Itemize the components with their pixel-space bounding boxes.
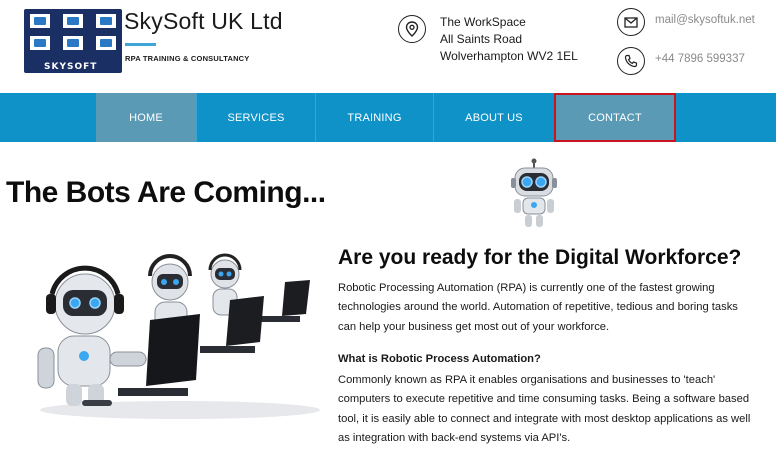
logo-computer-icon [28, 12, 52, 30]
skysoft-logo[interactable]: SKYSOFT [24, 9, 122, 73]
logo-computer-icon [28, 34, 52, 52]
robot-icon [511, 158, 557, 227]
rpa-subheading: What is Robotic Process Automation? [338, 353, 541, 365]
nav-about-us[interactable]: ABOUT US [434, 93, 554, 142]
envelope-icon[interactable] [617, 8, 645, 36]
logo-computer-icon [94, 34, 118, 52]
logo-computer-icon [61, 12, 85, 30]
paragraph-line: tool, it is easily able to connect and i… [338, 412, 751, 425]
paragraph-line: Robotic Processing Automation (RPA) is c… [338, 282, 715, 294]
paragraph-line: Commonly known as RPA it enables organis… [338, 374, 716, 386]
logo-computer-icon [61, 34, 85, 52]
rpa-paragraph: Commonly known as RPA it enables organis… [338, 371, 770, 449]
phone-link[interactable]: +44 7896 599337 [655, 53, 745, 65]
address-line: Wolverhampton WV2 1EL [440, 49, 578, 63]
brand-tagline: RPA TRAINING & CONSULTANCY [125, 54, 250, 63]
address-line: The WorkSpace [440, 15, 526, 29]
email-link[interactable]: mail@skysoftuk.net [655, 14, 755, 26]
nav-contact[interactable]: CONTACT [554, 93, 676, 142]
brand-name[interactable]: SkySoft UK Ltd [124, 8, 283, 35]
address-line: All Saints Road [440, 32, 523, 46]
nav-training[interactable]: TRAINING [316, 93, 433, 142]
paragraph-line: technologies around the world. Automatio… [338, 301, 738, 314]
phone-icon[interactable] [617, 47, 645, 75]
logo-wordmark: SKYSOFT [44, 62, 98, 72]
intro-paragraph: Robotic Processing Automation (RPA) is c… [338, 279, 768, 337]
hero-title: The Bots Are Coming... [6, 176, 326, 209]
nav-services[interactable]: SERVICES [197, 93, 315, 142]
office-address: The WorkSpace All Saints Road Wolverhamp… [440, 14, 578, 65]
paragraph-line: as integration with back-end systems via… [338, 432, 571, 445]
site-header: SKYSOFT SkySoft UK Ltd RPA TRAINING & CO… [0, 0, 776, 92]
main-nav: HOME SERVICES TRAINING ABOUT US CONTACT [0, 93, 776, 142]
logo-computer-icon [94, 12, 118, 30]
brand-underline [125, 43, 156, 46]
nav-home[interactable]: HOME [96, 93, 196, 142]
paragraph-line: can help your business get most out of y… [338, 320, 610, 333]
paragraph-line: computers to execute repetitive and time… [338, 393, 750, 406]
robots-at-computers-illustration [37, 253, 320, 419]
section-title: Are you ready for the Digital Workforce? [338, 246, 742, 269]
location-pin-icon [398, 15, 426, 43]
